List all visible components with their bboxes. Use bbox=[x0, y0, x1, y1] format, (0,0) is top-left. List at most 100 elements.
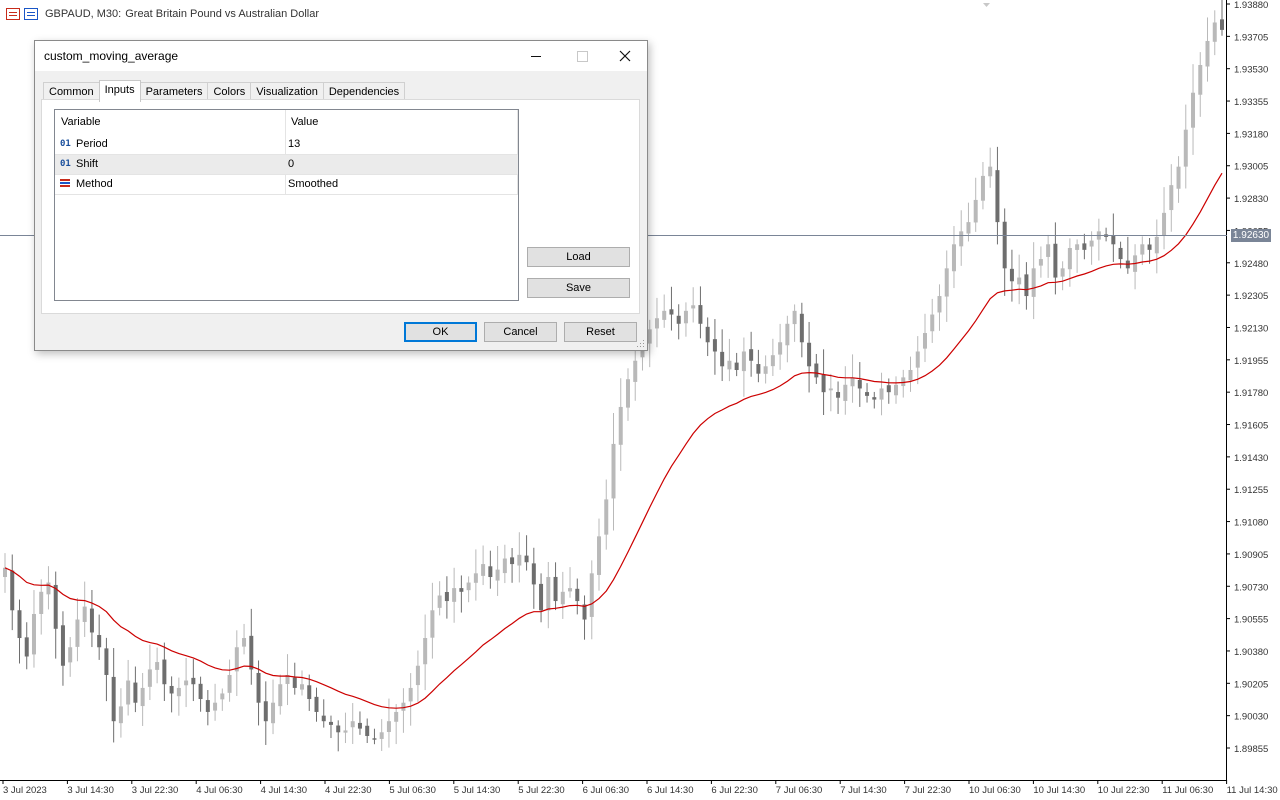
candle-body bbox=[546, 577, 551, 611]
candle-body bbox=[1075, 244, 1080, 250]
minimize-button[interactable] bbox=[513, 41, 559, 71]
candle-body bbox=[292, 677, 297, 688]
close-button[interactable] bbox=[602, 41, 648, 71]
candle-body bbox=[1017, 277, 1022, 285]
time-label: 5 Jul 22:30 bbox=[518, 785, 564, 796]
candle-body bbox=[633, 360, 638, 382]
chart-description: Great Britain Pound vs Australian Dollar bbox=[125, 8, 320, 20]
reset-button[interactable]: Reset bbox=[564, 322, 637, 342]
candle-body bbox=[879, 388, 884, 400]
chart-shift-marker[interactable] bbox=[983, 3, 990, 7]
maximize-button[interactable] bbox=[559, 41, 605, 71]
candle-body bbox=[553, 576, 558, 602]
candle-body bbox=[430, 610, 435, 638]
candle-body bbox=[336, 725, 341, 733]
candle-body bbox=[249, 635, 254, 670]
candle-body bbox=[394, 711, 399, 722]
dialog-tabs: Common Inputs Parameters Colors Visualiz… bbox=[43, 80, 406, 102]
candle-body bbox=[618, 406, 623, 445]
candle-body bbox=[205, 700, 210, 712]
candle-body bbox=[850, 377, 855, 387]
variable-name: Period bbox=[76, 138, 108, 150]
time-label: 3 Jul 22:30 bbox=[132, 785, 178, 796]
candle-body bbox=[872, 397, 877, 400]
candle-body bbox=[133, 682, 138, 703]
candle-body bbox=[575, 588, 580, 602]
integer-type-icon: 01 bbox=[60, 139, 71, 149]
candle-body bbox=[408, 687, 413, 702]
candle-body bbox=[444, 592, 449, 602]
candle-body bbox=[31, 613, 36, 655]
candle-body bbox=[1169, 185, 1174, 211]
price-label: 1.91430 bbox=[1234, 453, 1268, 464]
candle-body bbox=[980, 175, 985, 201]
price-label: 1.90380 bbox=[1234, 647, 1268, 658]
candle-body bbox=[328, 721, 333, 725]
candle-body bbox=[488, 566, 493, 578]
candle-body bbox=[452, 588, 457, 602]
candle-body bbox=[314, 696, 319, 712]
candle-body bbox=[770, 355, 775, 367]
candle-body bbox=[857, 380, 862, 389]
candle-body bbox=[437, 595, 442, 608]
input-row-period[interactable]: 01 Period 13 bbox=[55, 135, 518, 155]
candle-body bbox=[357, 722, 362, 729]
candle-body bbox=[712, 339, 717, 352]
load-button[interactable]: Load bbox=[527, 247, 630, 267]
candle-body bbox=[654, 318, 659, 329]
input-row-shift[interactable]: 01 Shift 0 bbox=[55, 155, 518, 175]
candle-body bbox=[3, 567, 7, 578]
candle-body bbox=[256, 672, 261, 703]
candle-body bbox=[379, 732, 384, 739]
candle-body bbox=[698, 305, 703, 324]
column-header-variable[interactable]: Variable bbox=[61, 116, 101, 128]
candle-body bbox=[321, 715, 326, 722]
candle-body bbox=[1002, 221, 1007, 269]
current-price-tag: 1.92630 bbox=[1231, 229, 1271, 242]
price-label: 1.90030 bbox=[1234, 712, 1268, 723]
ok-button[interactable]: OK bbox=[404, 322, 477, 342]
chart-list-icon[interactable] bbox=[24, 8, 38, 20]
candle-body bbox=[68, 647, 73, 663]
tab-inputs[interactable]: Inputs bbox=[98, 80, 141, 102]
variable-value[interactable]: 0 bbox=[288, 158, 294, 170]
candle-body bbox=[53, 584, 58, 629]
candle-body bbox=[1111, 235, 1116, 245]
price-label: 1.91780 bbox=[1234, 388, 1268, 399]
input-row-method[interactable]: Method Smoothed bbox=[55, 175, 518, 195]
candle-body bbox=[1118, 247, 1123, 260]
chart-header: GBPAUD, M30: Great Britain Pound vs Aust… bbox=[6, 6, 319, 22]
candle-body bbox=[865, 392, 870, 396]
resize-grip-icon[interactable] bbox=[637, 340, 645, 348]
candle-body bbox=[502, 558, 507, 574]
candle-body bbox=[466, 582, 471, 591]
candle-body bbox=[988, 166, 993, 177]
cancel-button[interactable]: Cancel bbox=[484, 322, 557, 342]
candle-body bbox=[539, 583, 544, 611]
chart-menu-icon[interactable] bbox=[6, 8, 20, 20]
variable-value[interactable]: 13 bbox=[288, 138, 300, 150]
candle-body bbox=[198, 683, 203, 700]
candle-body bbox=[263, 701, 268, 722]
column-header-value[interactable]: Value bbox=[291, 116, 318, 128]
candle-body bbox=[799, 313, 804, 343]
candle-body bbox=[89, 608, 94, 633]
candle-body bbox=[611, 443, 616, 499]
save-button[interactable]: Save bbox=[527, 278, 630, 298]
candle-body bbox=[821, 374, 826, 393]
candle-body bbox=[647, 329, 652, 344]
candle-body bbox=[1162, 212, 1167, 236]
candle-body bbox=[300, 684, 305, 690]
variable-value[interactable]: Smoothed bbox=[288, 178, 338, 190]
candle-body bbox=[97, 635, 102, 648]
dialog-titlebar[interactable]: custom_moving_average bbox=[35, 41, 647, 71]
candle-body bbox=[894, 384, 899, 396]
price-label: 1.92305 bbox=[1234, 291, 1268, 302]
candle-body bbox=[676, 315, 681, 324]
candle-body bbox=[1038, 259, 1043, 266]
price-label: 1.90730 bbox=[1234, 582, 1268, 593]
candle-body bbox=[531, 563, 536, 585]
time-label: 3 Jul 14:30 bbox=[67, 785, 113, 796]
candle-body bbox=[213, 702, 218, 711]
candle-body bbox=[995, 170, 1000, 223]
